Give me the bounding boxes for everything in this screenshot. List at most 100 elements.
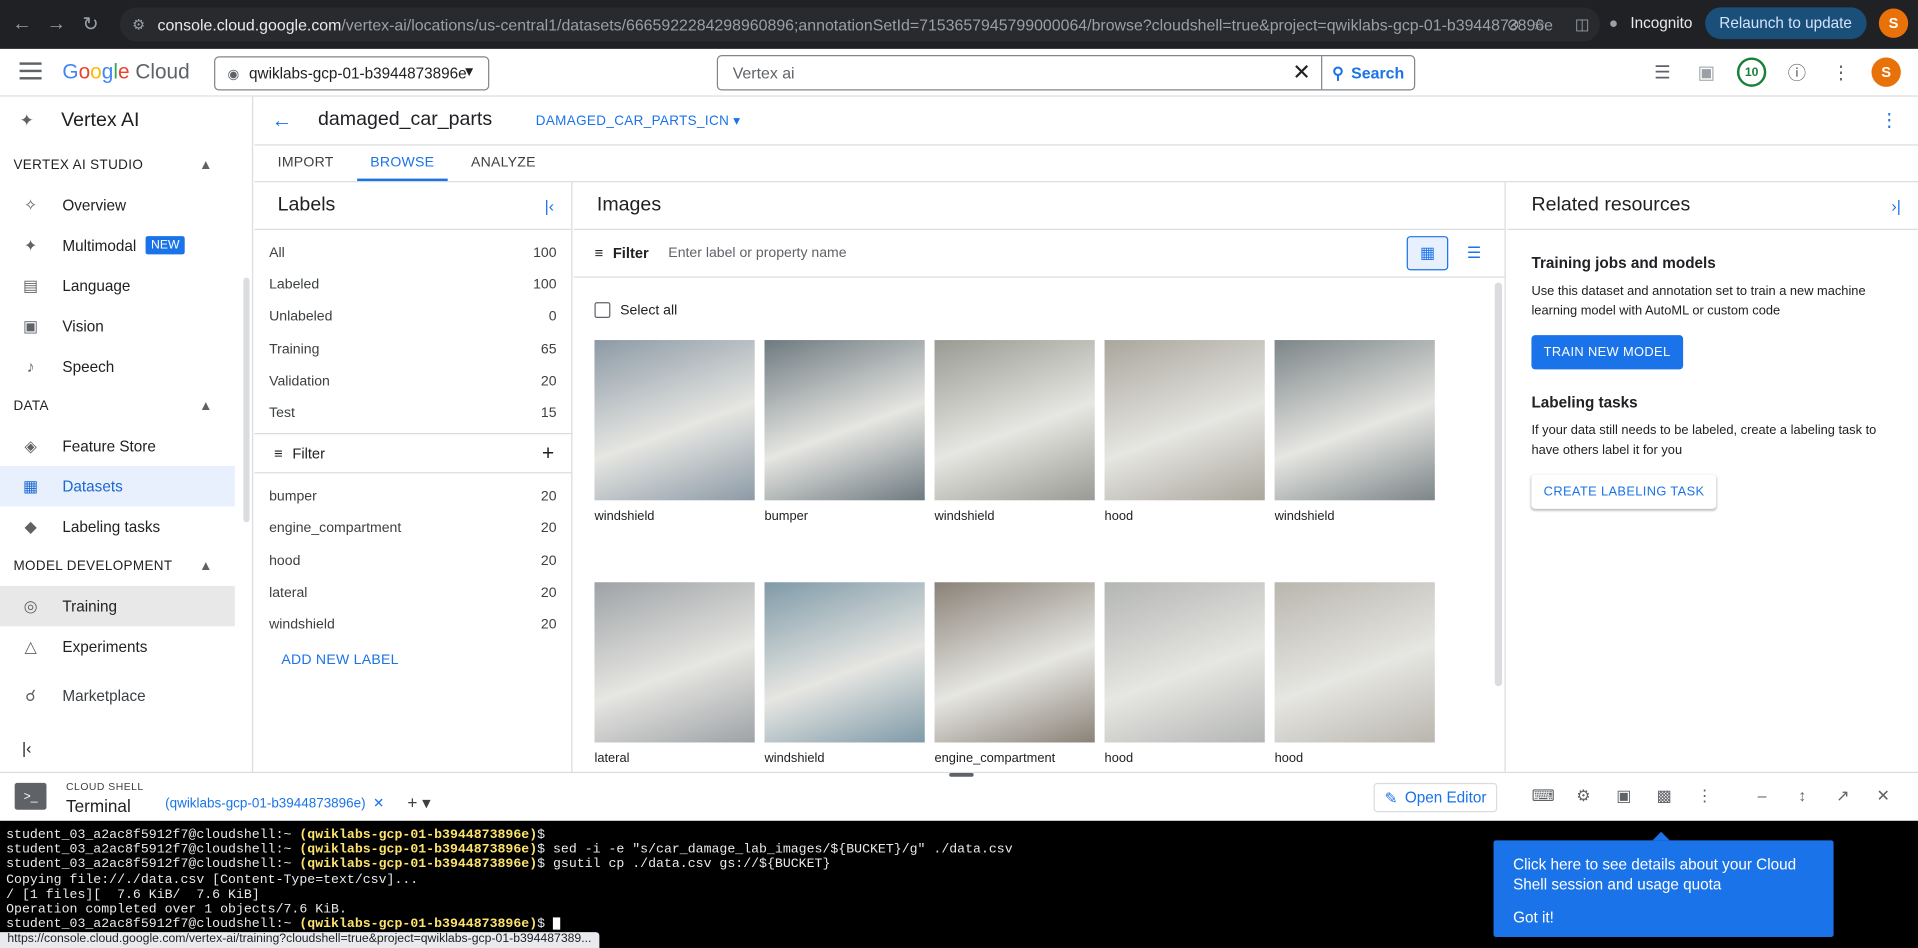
- image-tile[interactable]: hood: [1104, 582, 1265, 766]
- add-new-label-button[interactable]: ADD NEW LABEL: [254, 653, 571, 668]
- image-tile[interactable]: hood: [1104, 340, 1265, 524]
- sidebar-item-training[interactable]: ◎ Training: [0, 585, 235, 627]
- tab-analyze[interactable]: ANALYZE: [458, 146, 550, 181]
- sidebar-item-marketplace[interactable]: ☌ Marketplace: [0, 675, 235, 715]
- image-tile[interactable]: bumper: [764, 340, 925, 524]
- web-preview-icon[interactable]: ▣: [1612, 787, 1635, 807]
- list-view-icon[interactable]: ☰: [1453, 236, 1495, 270]
- sidebar-item-labeling-tasks[interactable]: ◆ Labeling tasks: [0, 506, 235, 546]
- image-tile[interactable]: windshield: [934, 340, 1095, 524]
- keyboard-icon[interactable]: ⌨: [1531, 787, 1555, 807]
- sidebar-item-datasets[interactable]: ▦ Datasets: [0, 466, 235, 507]
- sidebar-scrollbar[interactable]: [243, 277, 250, 523]
- chevron-up-icon[interactable]: ▲: [199, 559, 213, 574]
- site-info-icon[interactable]: ⚙: [132, 16, 145, 33]
- more-vert-icon[interactable]: ⋮: [1827, 59, 1854, 86]
- car-part-thumbnail[interactable]: [1104, 582, 1265, 743]
- star-icon[interactable]: ☆: [1532, 14, 1546, 32]
- select-all-row[interactable]: Select all: [594, 302, 677, 319]
- annotation-set-dropdown[interactable]: DAMAGED_CAR_PARTS_ICN ▾: [536, 113, 741, 129]
- section-model-development[interactable]: MODEL DEVELOPMENT ▲: [0, 547, 252, 586]
- sidebar-item-experiments[interactable]: △ Experiments: [0, 626, 235, 666]
- car-part-thumbnail[interactable]: [764, 582, 925, 743]
- sidepanel-icon[interactable]: ◫: [1575, 14, 1589, 32]
- forward-arrow-icon[interactable]: →: [39, 7, 73, 41]
- collapse-left-icon[interactable]: |‹: [545, 196, 554, 214]
- notifications-badge[interactable]: 10: [1736, 57, 1767, 87]
- count-row-test[interactable]: Test 15: [254, 397, 571, 429]
- help-icon[interactable]: ⓘ: [1783, 59, 1810, 86]
- collapse-sidebar-icon[interactable]: |‹: [22, 739, 31, 757]
- profile-avatar[interactable]: S: [1878, 8, 1909, 38]
- sidebar-item-overview[interactable]: ✧ Overview: [0, 185, 235, 225]
- notes-icon[interactable]: ☰: [1649, 59, 1676, 86]
- car-part-thumbnail[interactable]: [1274, 582, 1435, 743]
- address-bar[interactable]: ⚙ console.cloud.google.com/vertex-ai/loc…: [119, 7, 1600, 42]
- more-vert-icon[interactable]: ⋮: [1880, 109, 1898, 131]
- search-bar[interactable]: Vertex ai ✕ ⚲ Search: [716, 55, 1416, 91]
- grid-view-icon[interactable]: ▦: [1406, 236, 1449, 271]
- project-picker[interactable]: ◉ qwiklabs-gcp-01-b3944873896e ▼: [214, 56, 490, 91]
- sidebar-item-vision[interactable]: ▣ Vision: [0, 306, 235, 346]
- layout-icon[interactable]: ▩: [1653, 787, 1676, 807]
- search-input[interactable]: Vertex ai: [718, 64, 1282, 82]
- terminal-icon[interactable]: ▣: [1693, 59, 1720, 86]
- car-part-thumbnail[interactable]: [934, 340, 1095, 501]
- search-button[interactable]: ⚲ Search: [1321, 56, 1414, 90]
- chevron-up-icon[interactable]: ▲: [199, 399, 213, 414]
- sidebar-item-speech[interactable]: ♪ Speech: [0, 346, 235, 386]
- sidebar-item-multimodal[interactable]: ✦ Multimodal NEW: [0, 225, 235, 265]
- image-tile[interactable]: engine_compartment: [934, 582, 1095, 766]
- maximize-icon[interactable]: ↕: [1791, 787, 1814, 807]
- relaunch-button[interactable]: Relaunch to update: [1704, 7, 1867, 40]
- minimize-icon[interactable]: –: [1750, 787, 1773, 807]
- label-filter-button[interactable]: ≡ Filter: [274, 445, 325, 462]
- label-row-hood[interactable]: hood 20: [254, 545, 571, 577]
- reload-icon[interactable]: ↻: [73, 7, 107, 41]
- label-row-engine-compartment[interactable]: engine_compartment 20: [254, 513, 571, 545]
- car-part-thumbnail[interactable]: [594, 582, 755, 743]
- tab-import[interactable]: IMPORT: [264, 146, 347, 181]
- open-new-window-icon[interactable]: ↗: [1831, 787, 1854, 807]
- car-part-thumbnail[interactable]: [594, 340, 755, 501]
- select-all-checkbox[interactable]: [594, 302, 611, 319]
- clear-icon[interactable]: ✕: [1282, 60, 1321, 86]
- menu-icon[interactable]: [19, 62, 42, 80]
- count-row-training[interactable]: Training 65: [254, 333, 571, 365]
- car-part-thumbnail[interactable]: [1274, 340, 1435, 501]
- image-tile[interactable]: windshield: [594, 340, 755, 524]
- got-it-button[interactable]: Got it!: [1513, 908, 1814, 928]
- add-icon[interactable]: +: [542, 441, 554, 465]
- label-row-windshield[interactable]: windshield 20: [254, 609, 571, 641]
- close-shell-icon[interactable]: ✕: [1871, 787, 1894, 807]
- section-data[interactable]: DATA ▲: [0, 387, 252, 426]
- create-labeling-task-button[interactable]: CREATE LABELING TASK: [1531, 475, 1716, 509]
- count-row-all[interactable]: All 100: [254, 237, 571, 269]
- collapse-right-icon[interactable]: ›|: [1891, 196, 1900, 214]
- label-row-lateral[interactable]: lateral 20: [254, 577, 571, 609]
- eye-off-icon[interactable]: ⊘: [1507, 14, 1520, 32]
- cloud-shell-tooltip[interactable]: Click here to see details about your Clo…: [1493, 831, 1834, 937]
- image-tile[interactable]: hood: [1274, 582, 1435, 766]
- images-scrollbar[interactable]: [1494, 282, 1503, 687]
- back-arrow-icon[interactable]: ←: [272, 109, 293, 133]
- more-vert-icon[interactable]: ⋮: [1693, 787, 1716, 807]
- count-row-unlabeled[interactable]: Unlabeled 0: [254, 301, 571, 333]
- add-tab-icon[interactable]: + ▾: [407, 793, 430, 814]
- sidebar-item-language[interactable]: ▤ Language: [0, 265, 235, 305]
- back-arrow-icon[interactable]: ←: [5, 7, 39, 41]
- resize-handle[interactable]: [949, 773, 974, 777]
- section-vertex-ai-studio[interactable]: VERTEX AI STUDIO ▲: [0, 146, 252, 185]
- settings-icon[interactable]: ⚙: [1572, 787, 1595, 807]
- car-part-thumbnail[interactable]: [764, 340, 925, 501]
- image-tile[interactable]: lateral: [594, 582, 755, 766]
- car-part-thumbnail[interactable]: [1104, 340, 1265, 501]
- count-row-validation[interactable]: Validation 20: [254, 365, 571, 397]
- sidebar-item-feature-store[interactable]: ◈ Feature Store: [0, 426, 235, 466]
- account-avatar[interactable]: S: [1871, 57, 1901, 87]
- tab-browse[interactable]: BROWSE: [356, 146, 448, 182]
- image-tile[interactable]: windshield: [764, 582, 925, 766]
- terminal-tab[interactable]: (qwiklabs-gcp-01-b3944873896e) ✕: [165, 795, 384, 811]
- image-tile[interactable]: windshield: [1274, 340, 1435, 524]
- car-part-thumbnail[interactable]: [934, 582, 1095, 743]
